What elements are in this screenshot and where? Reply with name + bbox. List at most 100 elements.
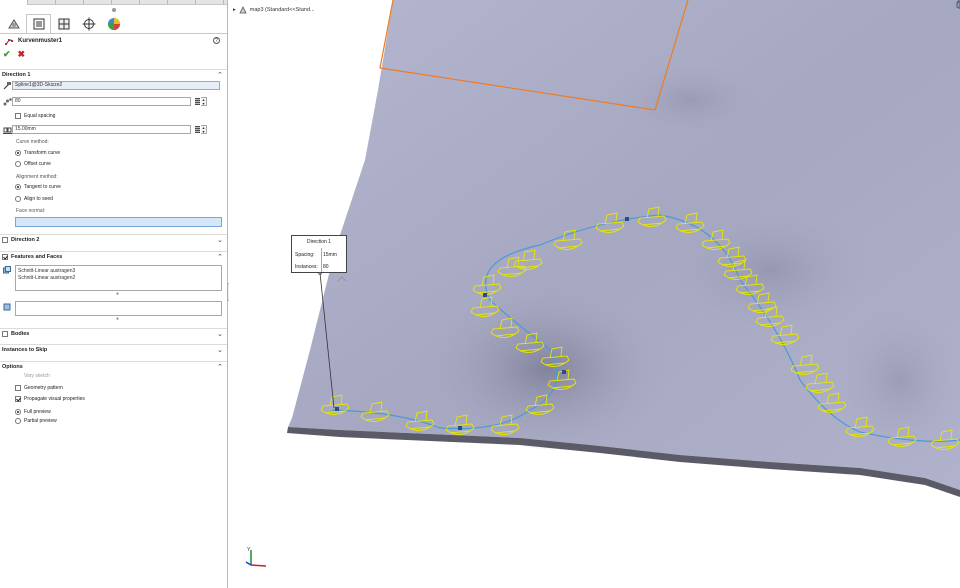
cancel-button[interactable]: ✖ <box>18 49 26 60</box>
top-tab-2[interactable] <box>28 0 56 5</box>
direction-1-header[interactable]: Direction 1 ⌃ <box>0 69 227 79</box>
top-tab-1[interactable] <box>0 0 28 5</box>
configuration-manager-tab[interactable] <box>51 14 76 33</box>
direction-2-checkbox[interactable] <box>2 236 8 243</box>
dimxpert-manager-tab[interactable] <box>76 14 101 33</box>
dimxpert-icon <box>82 17 95 30</box>
bodies-title: Bodies <box>11 330 30 337</box>
surface-shadow <box>610 60 770 140</box>
chevron-down-icon[interactable]: ⌄ <box>217 346 223 354</box>
list-item[interactable]: Schnitt-Linear austragen3 <box>18 268 219 275</box>
faces-list[interactable] <box>15 301 222 316</box>
partial-preview-row: Partial preview <box>15 417 57 425</box>
property-manager-panel: Kurvenmuster1 ? ✔ ✖ Direction 1 ⌃ Spline… <box>0 0 228 588</box>
full-preview-radio[interactable] <box>15 409 21 415</box>
ok-button[interactable]: ✔ <box>3 49 11 60</box>
callout-instances-value[interactable]: 80 <box>323 264 329 270</box>
direction-2-header[interactable]: Direction 2 ⌄ <box>0 234 227 244</box>
curve-point-marker[interactable] <box>335 407 339 411</box>
alignment-method-label: Alignment method: <box>16 174 58 180</box>
partial-preview-label: Partial preview <box>24 418 57 424</box>
align-seed-radio[interactable] <box>15 196 21 202</box>
tangent-curve-radio[interactable] <box>15 184 21 190</box>
callout-spacing-value[interactable]: 15mm <box>323 252 337 258</box>
unit-icon <box>194 98 200 105</box>
geometry-pattern-row: Geometry pattern <box>15 384 63 392</box>
features-list[interactable]: Schnitt-Linear austragen3 Schnitt-Linear… <box>15 265 222 291</box>
bodies-header[interactable]: Bodies ⌄ <box>0 328 227 338</box>
property-manager-tab[interactable] <box>26 14 51 33</box>
features-faces-header[interactable]: Features and Faces ⌃ <box>0 251 227 261</box>
curve-point-marker[interactable] <box>562 370 566 374</box>
faces-resize-handle[interactable]: ● <box>116 316 119 322</box>
propagate-visual-row: Propagate visual properties <box>15 395 85 403</box>
instances-unit-button[interactable] <box>193 97 201 106</box>
offset-curve-radio[interactable] <box>15 161 21 167</box>
graphics-viewport[interactable]: Y ▸ map3 (Standard<<Stand... Direction 1… <box>229 0 960 588</box>
direction-callout[interactable]: Direction 1 Spacing: 15mm Instances: 80 <box>291 235 347 273</box>
curve-reference-field[interactable]: Spline1@3D-Skizze2 <box>12 81 220 90</box>
top-tab-6[interactable] <box>140 0 168 5</box>
features-faces-checkbox[interactable] <box>2 253 8 260</box>
bodies-checkbox[interactable] <box>2 330 8 337</box>
options-section: Options ⌃ <box>0 361 227 371</box>
offset-curve-label: Offset curve <box>24 161 51 167</box>
curve-point-marker[interactable] <box>625 217 629 221</box>
partial-preview-radio[interactable] <box>15 418 21 424</box>
model-render[interactable]: Y <box>229 0 960 588</box>
appearance-icon[interactable] <box>956 0 960 9</box>
top-tab-7[interactable] <box>168 0 196 5</box>
geometry-pattern-checkbox[interactable] <box>15 385 21 391</box>
full-preview-label: Full preview <box>24 409 51 415</box>
direction-2-title: Direction 2 <box>11 236 40 243</box>
chevron-up-icon[interactable]: ⌃ <box>217 363 223 371</box>
feature-tree-breadcrumb[interactable]: ▸ map3 (Standard<<Stand... <box>233 6 315 14</box>
expand-arrow-icon[interactable]: ▸ <box>233 7 236 13</box>
options-title: Options <box>2 363 23 370</box>
help-button[interactable]: ? <box>213 37 220 44</box>
top-tab-8[interactable] <box>196 0 224 5</box>
spacing-unit-button[interactable] <box>193 125 201 134</box>
chevron-down-icon[interactable]: ⌄ <box>217 330 223 338</box>
display-manager-tab[interactable] <box>101 14 126 33</box>
face-normal-field[interactable] <box>15 217 222 227</box>
instances-spinner[interactable]: ▴ ▾ <box>201 97 207 106</box>
pin-icon[interactable] <box>111 7 116 12</box>
list-resize-handle[interactable]: ● <box>116 291 119 297</box>
curve-point-marker[interactable] <box>458 426 462 430</box>
chevron-up-icon[interactable]: ⌃ <box>217 253 223 261</box>
feature-title: Kurvenmuster1 <box>18 38 63 44</box>
instances-row: 80 ▴ ▾ <box>2 97 207 106</box>
top-tab-5[interactable] <box>112 0 140 5</box>
transform-curve-label: Transform curve <box>24 150 61 156</box>
instances-skip-header[interactable]: Instances to Skip ⌄ <box>0 344 227 354</box>
align-seed-label: Align to seed <box>24 196 53 202</box>
full-preview-row: Full preview <box>15 408 51 416</box>
part-name[interactable]: map3 (Standard<<Stand... <box>250 7 315 13</box>
curve-point-marker[interactable] <box>483 293 487 297</box>
surface-shadow <box>660 200 880 340</box>
callout-separator <box>321 248 322 272</box>
curve-method-label: Curve method: <box>16 139 49 145</box>
instances-icon <box>2 97 12 106</box>
propagate-visual-checkbox[interactable] <box>15 396 21 402</box>
instances-skip-section: Instances to Skip ⌄ <box>0 344 227 354</box>
callout-instances-label: Instances: <box>295 264 318 270</box>
command-manager-tabs <box>0 0 227 5</box>
top-tab-4[interactable] <box>84 0 112 5</box>
surface-shadow <box>430 270 690 450</box>
instances-input[interactable]: 80 <box>12 97 191 106</box>
options-header[interactable]: Options ⌃ <box>0 361 227 371</box>
panel-pin-row <box>0 5 227 14</box>
top-tab-3[interactable] <box>56 0 84 5</box>
equal-spacing-label: Equal spacing <box>24 113 56 119</box>
spacing-input[interactable]: 15.00mm <box>12 125 191 134</box>
chevron-up-icon[interactable]: ⌃ <box>217 71 223 79</box>
feature-manager-tab[interactable] <box>1 14 26 33</box>
equal-spacing-checkbox[interactable] <box>15 113 21 119</box>
chevron-down-icon[interactable]: ⌄ <box>217 236 223 244</box>
spacing-spinner[interactable]: ▴ ▾ <box>201 125 207 134</box>
list-item[interactable]: Schnitt-Linear austragen2 <box>18 275 219 282</box>
configuration-manager-icon <box>58 18 69 29</box>
transform-curve-radio[interactable] <box>15 150 21 156</box>
